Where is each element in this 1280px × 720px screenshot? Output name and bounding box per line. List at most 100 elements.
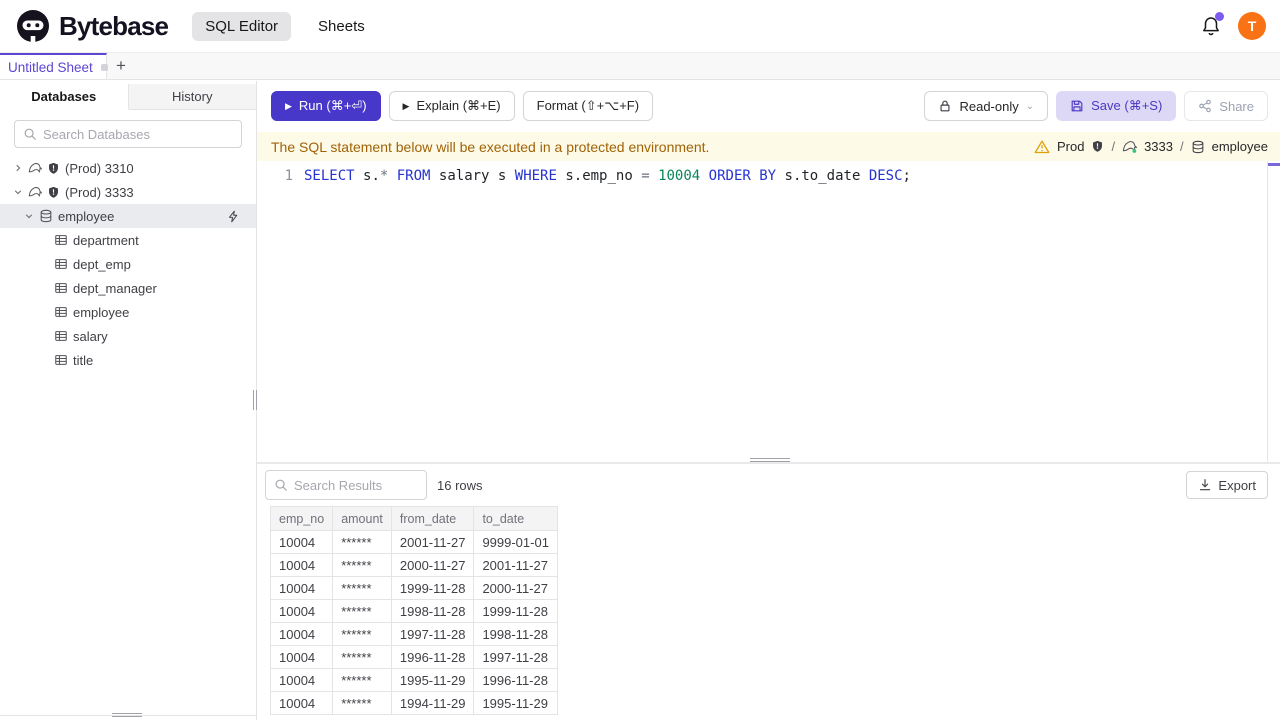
table-row[interactable]: 10004 ****** 1999-11-28 2000-11-27	[269, 576, 558, 600]
column-header-from_date[interactable]: from_date	[390, 506, 475, 531]
tab-databases[interactable]: Databases	[0, 84, 129, 110]
save-button[interactable]: Save (⌘+S)	[1056, 91, 1177, 121]
table-row[interactable]: 10004 ****** 2000-11-27 2001-11-27	[269, 553, 558, 577]
sheet-tab-untitled[interactable]: Untitled Sheet	[0, 53, 108, 79]
table-cell: 2000-11-27	[390, 553, 475, 577]
table-cell: 2001-11-27	[473, 553, 558, 577]
notification-badge	[1215, 12, 1224, 21]
tab-history[interactable]: History	[128, 84, 256, 110]
mysql-icon	[28, 161, 42, 175]
breadcrumb-separator: /	[1111, 139, 1116, 154]
tree-item-label: employee	[58, 208, 115, 224]
add-sheet-button[interactable]: +	[107, 53, 135, 79]
tree-item-label: dept_emp	[73, 256, 131, 272]
tree-item--prod-3333[interactable]: (Prod) 3333	[0, 180, 256, 204]
database-tree: (Prod) 3310 (Prod) 3333 employee department…	[0, 156, 256, 372]
sheet-tab-label: Untitled Sheet	[8, 59, 93, 75]
tree-item-label: dept_manager	[73, 280, 157, 296]
share-button[interactable]: Share	[1184, 91, 1268, 121]
banner-message: The SQL statement below will be executed…	[271, 138, 710, 155]
table-cell: 9999-01-01	[473, 530, 558, 554]
table-icon	[54, 353, 68, 367]
nav-sql-editor[interactable]: SQL Editor	[192, 11, 292, 41]
export-button[interactable]: Export	[1186, 471, 1268, 499]
format-button[interactable]: Format (⇧+⌥+F)	[522, 91, 654, 121]
table-cell: ******	[332, 668, 392, 692]
tree-item--prod-3310[interactable]: (Prod) 3310	[0, 156, 256, 180]
explain-button[interactable]: ▶ Explain (⌘+E)	[388, 91, 515, 121]
sidebar-resize-handle[interactable]	[112, 713, 142, 719]
sql-token-plain: salary s	[438, 168, 515, 184]
sql-token-keyword: ORDER BY	[708, 168, 785, 184]
shield-icon	[47, 186, 60, 199]
table-row[interactable]: 10004 ****** 1996-11-28 1997-11-28	[269, 645, 558, 669]
readonly-mode-select[interactable]: Read-only ⌄	[924, 91, 1049, 121]
shield-icon	[1091, 140, 1104, 153]
sql-editor[interactable]: 1 SELECT s.* FROM salary s WHERE s.emp_n…	[257, 161, 1280, 462]
results-search-input[interactable]	[294, 477, 418, 493]
column-header-emp_no[interactable]: emp_no	[269, 506, 334, 531]
table-cell: 1996-11-28	[473, 668, 558, 692]
tree-item-employee[interactable]: employee	[0, 204, 256, 228]
table-cell: 10004	[269, 530, 334, 554]
sheet-tab-strip: Untitled Sheet +	[0, 52, 1280, 80]
database-icon	[1191, 140, 1205, 154]
sql-line: 1 SELECT s.* FROM salary s WHERE s.emp_n…	[257, 166, 1280, 186]
table-cell: 1995-11-29	[473, 691, 558, 715]
play-icon: ▶	[402, 100, 410, 111]
tree-item-label: employee	[73, 304, 130, 320]
nav-sheets[interactable]: Sheets	[305, 12, 378, 41]
bytebase-logo[interactable]: Bytebase	[0, 9, 169, 43]
table-cell: 10004	[269, 622, 334, 646]
table-cell: ******	[332, 691, 392, 715]
connection-breadcrumb[interactable]: Prod / 3333 / employee	[1034, 139, 1268, 155]
lock-icon	[938, 99, 952, 113]
search-icon	[274, 478, 288, 492]
column-header-amount[interactable]: amount	[332, 506, 392, 531]
table-cell: 1996-11-28	[390, 645, 475, 669]
table-cell: 10004	[269, 553, 334, 577]
tree-item-salary[interactable]: salary	[0, 324, 256, 348]
tree-item-title[interactable]: title	[0, 348, 256, 372]
results-search[interactable]	[265, 470, 427, 500]
sql-token-keyword: FROM	[396, 168, 439, 184]
table-cell: ******	[332, 576, 392, 600]
column-header-to_date[interactable]: to_date	[473, 506, 558, 531]
table-cell: 2001-11-27	[390, 530, 475, 554]
table-cell: 1994-11-29	[390, 691, 475, 715]
table-cell: 1998-11-28	[473, 622, 558, 646]
table-cell: 1999-11-28	[473, 599, 558, 623]
tree-item-department[interactable]: department	[0, 228, 256, 252]
tree-item-dept-manager[interactable]: dept_manager	[0, 276, 256, 300]
table-row[interactable]: 10004 ****** 1997-11-28 1998-11-28	[269, 622, 558, 646]
table-cell: ******	[332, 645, 392, 669]
table-icon	[54, 281, 68, 295]
table-icon	[54, 257, 68, 271]
tree-item-label: title	[73, 352, 94, 368]
database-search[interactable]	[14, 120, 242, 148]
table-cell: 10004	[269, 668, 334, 692]
notifications-button[interactable]	[1200, 12, 1224, 37]
tree-item-dept-emp[interactable]: dept_emp	[0, 252, 256, 276]
sql-token-plain	[388, 168, 396, 184]
save-icon	[1070, 99, 1084, 113]
tree-item-label: department	[73, 232, 139, 248]
table-cell: 1999-11-28	[390, 576, 475, 600]
run-button[interactable]: ▶ Run (⌘+⏎)	[271, 91, 381, 121]
chevron-down-icon[interactable]	[13, 187, 23, 197]
table-row[interactable]: 10004 ****** 1995-11-29 1996-11-28	[269, 668, 558, 692]
tree-item-employee[interactable]: employee	[0, 300, 256, 324]
table-icon	[54, 305, 68, 319]
chevron-right-icon[interactable]	[13, 163, 23, 173]
results-panel: 16 rows Export emp_noamountfrom_dateto_d…	[257, 464, 1280, 720]
zap-icon[interactable]	[227, 210, 240, 223]
table-row[interactable]: 10004 ****** 1998-11-28 1999-11-28	[269, 599, 558, 623]
database-search-input[interactable]	[43, 126, 233, 142]
table-row[interactable]: 10004 ****** 2001-11-27 9999-01-01	[269, 530, 558, 554]
avatar[interactable]: T	[1238, 12, 1266, 40]
editor-toolbar: ▶ Run (⌘+⏎) ▶ Explain (⌘+E) Format (⇧+⌥+…	[257, 80, 1280, 132]
table-row[interactable]: 10004 ****** 1994-11-29 1995-11-29	[269, 691, 558, 715]
mysql-icon	[28, 185, 42, 199]
chevron-down-icon[interactable]	[24, 211, 34, 221]
brand-wordmark: Bytebase	[59, 10, 169, 41]
